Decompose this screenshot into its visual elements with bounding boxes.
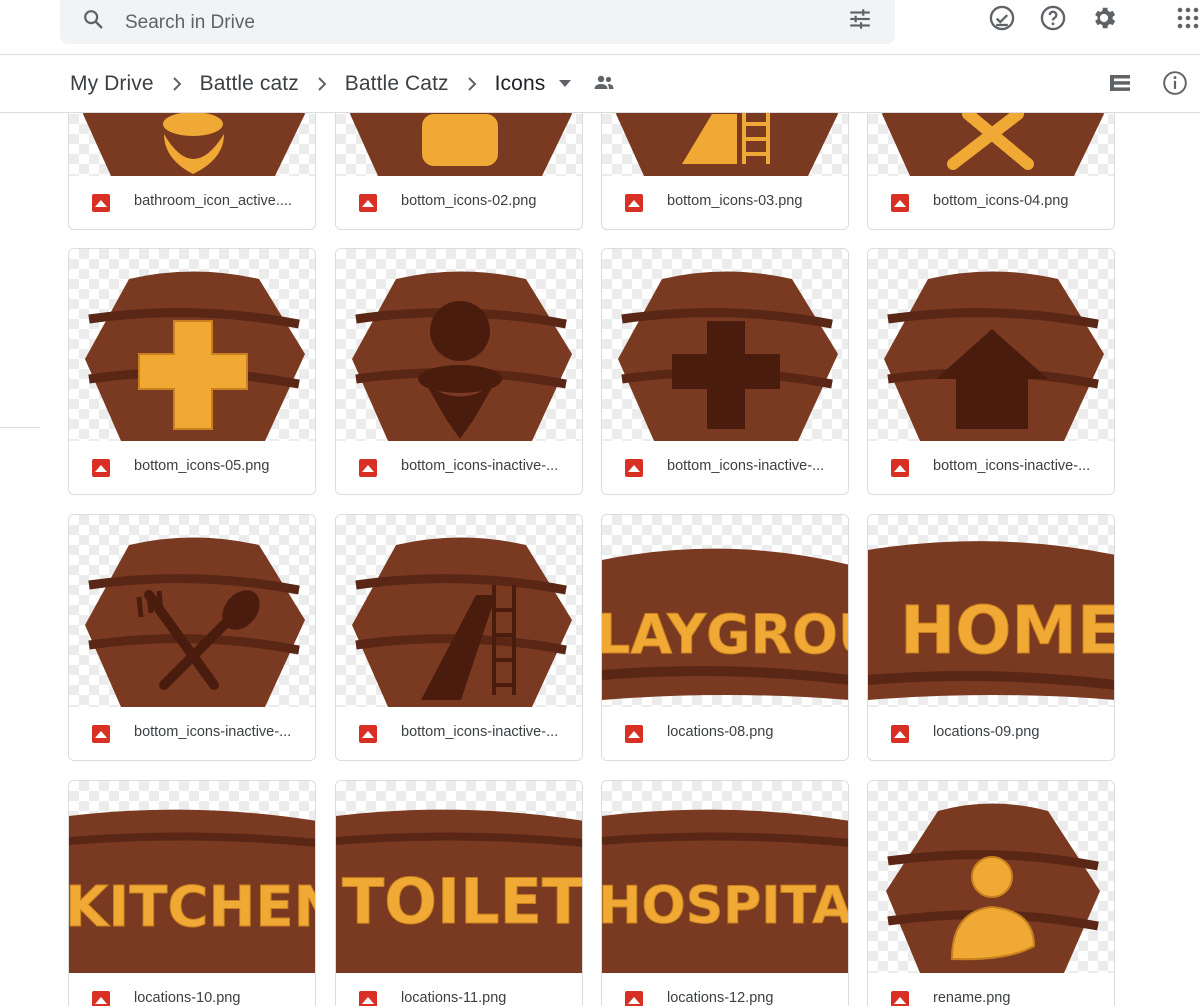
file-name: bottom_icons-02.png (401, 193, 537, 209)
top-bar (0, 0, 1200, 55)
file-card[interactable]: bottom_icons-inactive-... (335, 514, 583, 761)
file-name: locations-11.png (401, 990, 507, 1006)
file-thumbnail: HOME (868, 515, 1115, 707)
tune-icon[interactable] (847, 6, 873, 37)
image-file-icon (625, 459, 643, 477)
file-card[interactable]: KITCHEN locations-10.png (68, 780, 316, 1006)
file-card[interactable]: HOSPITAL locations-12.png (601, 780, 849, 1006)
file-name: locations-12.png (667, 990, 774, 1006)
file-card[interactable]: bottom_icons-03.png (601, 113, 849, 230)
file-card[interactable]: LAYGROUN locations-08.png (601, 514, 849, 761)
file-name: bottom_icons-inactive-... (401, 458, 559, 474)
file-card[interactable]: bottom_icons-inactive-... (601, 248, 849, 495)
file-name: bottom_icons-04.png (933, 193, 1069, 209)
file-thumbnail: LAYGROUN (602, 515, 849, 707)
file-name: bottom_icons-inactive-... (933, 458, 1091, 474)
search-icon[interactable] (82, 8, 104, 35)
file-card[interactable]: bottom_icons-inactive-... (68, 514, 316, 761)
file-thumbnail (336, 515, 582, 707)
image-file-icon (625, 725, 643, 743)
file-thumbnail (69, 113, 315, 176)
image-file-icon (359, 725, 377, 743)
file-name: bottom_icons-inactive-... (667, 458, 825, 474)
file-thumbnail: KITCHEN (69, 781, 316, 973)
chevron-right-icon (172, 76, 182, 92)
file-card[interactable]: HOME locations-09.png (867, 514, 1115, 761)
apps-grid-icon[interactable] (1175, 4, 1200, 32)
list-view-icon[interactable] (1108, 72, 1132, 99)
file-thumbnail (336, 113, 582, 176)
image-file-icon (891, 725, 909, 743)
chevron-right-icon (467, 76, 477, 92)
file-name: locations-10.png (134, 990, 241, 1006)
file-name: rename.png (933, 990, 1011, 1006)
file-thumbnail (602, 113, 848, 176)
file-card[interactable]: bottom_icons-04.png (867, 113, 1115, 230)
image-file-icon (92, 991, 110, 1006)
file-name: locations-08.png (667, 724, 774, 740)
image-file-icon (359, 991, 377, 1006)
image-file-icon (92, 459, 110, 477)
file-card[interactable]: bottom_icons-05.png (68, 248, 316, 495)
file-thumbnail (69, 249, 315, 441)
image-file-icon (891, 194, 909, 212)
file-card[interactable]: bottom_icons-inactive-... (335, 248, 583, 495)
file-name: bottom_icons-03.png (667, 193, 803, 209)
breadcrumb-item-icons[interactable]: Icons (495, 72, 546, 96)
file-thumbnail (69, 515, 315, 707)
image-file-icon (625, 194, 643, 212)
search-bar[interactable] (60, 0, 895, 44)
file-thumbnail (868, 113, 1114, 176)
file-thumbnail (336, 249, 582, 441)
help-icon[interactable] (1039, 4, 1067, 32)
file-thumbnail: TOILET (336, 781, 583, 973)
file-grid: bathroom_icon_active.... bottom_icons-02… (0, 113, 1200, 1006)
breadcrumb-item-battle-catz[interactable]: Battle catz (200, 72, 299, 96)
offline-status-icon[interactable] (988, 4, 1016, 32)
file-name: bottom_icons-05.png (134, 458, 270, 474)
image-file-icon (92, 725, 110, 743)
image-file-icon (891, 991, 909, 1006)
breadcrumb-item-my-drive[interactable]: My Drive (70, 72, 154, 96)
file-card[interactable]: bathroom_icon_active.... (68, 113, 316, 230)
folder-dropdown-icon[interactable] (559, 75, 572, 93)
sign-text: HOME (900, 592, 1115, 669)
file-name: locations-09.png (933, 724, 1040, 740)
image-file-icon (625, 991, 643, 1006)
file-thumbnail: HOSPITAL (602, 781, 849, 973)
settings-gear-icon[interactable] (1090, 4, 1118, 32)
image-file-icon (359, 194, 377, 212)
file-thumbnail (602, 249, 848, 441)
file-name: bottom_icons-inactive-... (401, 724, 559, 740)
shared-people-icon (593, 74, 615, 95)
breadcrumb-item-battle-catz-2[interactable]: Battle Catz (345, 72, 449, 96)
info-icon[interactable] (1162, 70, 1188, 101)
file-thumbnail (868, 249, 1114, 441)
chevron-right-icon (317, 76, 327, 92)
file-card[interactable]: rename.png (867, 780, 1115, 1006)
file-name: bottom_icons-inactive-... (134, 724, 292, 740)
breadcrumb: My Drive Battle catz Battle Catz Icons (70, 66, 615, 102)
search-input[interactable] (125, 8, 825, 38)
file-thumbnail (868, 781, 1114, 973)
sign-text: KITCHEN (69, 875, 316, 940)
file-card[interactable]: bottom_icons-inactive-... (867, 248, 1115, 495)
image-file-icon (92, 194, 110, 212)
file-name: bathroom_icon_active.... (134, 193, 292, 209)
sign-text: LAYGROUN (602, 603, 849, 666)
sign-text: TOILET (342, 865, 583, 938)
sign-text: HOSPITAL (602, 876, 849, 936)
file-card[interactable]: bottom_icons-02.png (335, 113, 583, 230)
image-file-icon (359, 459, 377, 477)
image-file-icon (891, 459, 909, 477)
file-card[interactable]: TOILET locations-11.png (335, 780, 583, 1006)
